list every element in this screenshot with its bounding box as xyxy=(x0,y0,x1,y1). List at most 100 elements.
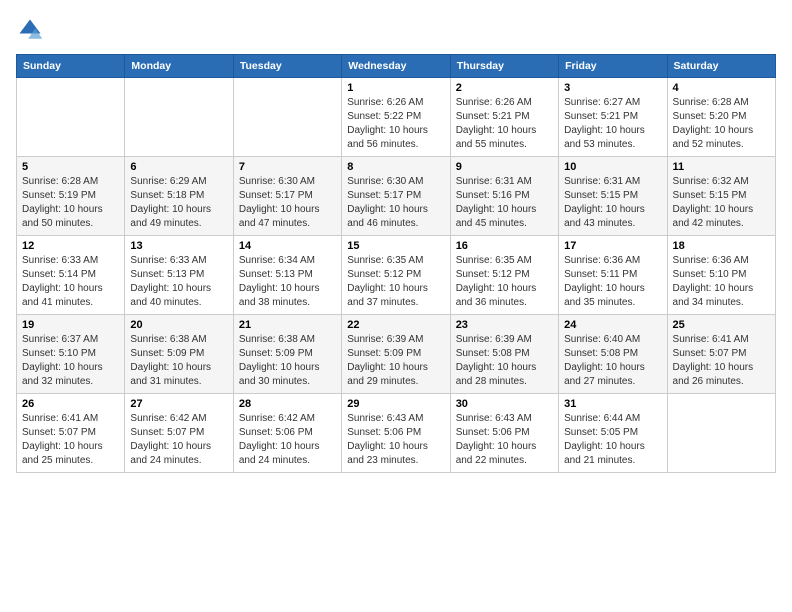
day-number: 22 xyxy=(347,319,444,331)
calendar-cell: 27 Sunrise: 6:42 AMSunset: 5:07 PMDayligh… xyxy=(125,394,233,473)
calendar-cell: 26 Sunrise: 6:41 AMSunset: 5:07 PMDayligh… xyxy=(17,394,125,473)
day-info: Sunrise: 6:27 AMSunset: 5:21 PMDaylight:… xyxy=(564,96,661,152)
day-info: Sunrise: 6:36 AMSunset: 5:10 PMDaylight:… xyxy=(673,254,770,310)
day-info: Sunrise: 6:35 AMSunset: 5:12 PMDaylight:… xyxy=(456,254,553,310)
calendar-cell: 4 Sunrise: 6:28 AMSunset: 5:20 PMDaylight… xyxy=(667,78,775,157)
calendar-cell: 23 Sunrise: 6:39 AMSunset: 5:08 PMDayligh… xyxy=(450,315,558,394)
calendar-cell: 15Sunrise: 6:35 AMSunset: 5:12 PMDayligh… xyxy=(342,236,450,315)
weekday-header-monday: Monday xyxy=(125,55,233,78)
day-number: 16 xyxy=(456,240,553,252)
weekday-header-thursday: Thursday xyxy=(450,55,558,78)
day-info: Sunrise: 6:42 AMSunset: 5:07 PMDaylight:… xyxy=(130,412,227,468)
calendar-week-row: 1Sunrise: 6:26 AMSunset: 5:22 PMDaylight… xyxy=(17,78,776,157)
day-info: Sunrise: 6:44 AMSunset: 5:05 PMDaylight:… xyxy=(564,412,661,468)
day-number: 19 xyxy=(22,319,119,331)
calendar-header-row: SundayMondayTuesdayWednesdayThursdayFrid… xyxy=(17,55,776,78)
calendar-cell: 30 Sunrise: 6:43 AMSunset: 5:06 PMDayligh… xyxy=(450,394,558,473)
day-info: Sunrise: 6:43 AMSunset: 5:06 PMDaylight:… xyxy=(347,412,444,468)
weekday-header-friday: Friday xyxy=(559,55,667,78)
calendar-cell: 16 Sunrise: 6:35 AMSunset: 5:12 PMDayligh… xyxy=(450,236,558,315)
day-number: 30 xyxy=(456,398,553,410)
day-number: 17 xyxy=(564,240,661,252)
day-number: 2 xyxy=(456,82,553,94)
day-info: Sunrise: 6:34 AMSunset: 5:13 PMDaylight:… xyxy=(239,254,336,310)
day-number: 13 xyxy=(130,240,227,252)
day-info: Sunrise: 6:43 AMSunset: 5:06 PMDaylight:… xyxy=(456,412,553,468)
day-number: 9 xyxy=(456,161,553,173)
day-info: Sunrise: 6:32 AMSunset: 5:15 PMDaylight:… xyxy=(673,175,770,231)
day-info: Sunrise: 6:26 AMSunset: 5:21 PMDaylight:… xyxy=(456,96,553,152)
weekday-header-tuesday: Tuesday xyxy=(233,55,341,78)
day-number: 26 xyxy=(22,398,119,410)
weekday-header-sunday: Sunday xyxy=(17,55,125,78)
calendar-cell: 24 Sunrise: 6:40 AMSunset: 5:08 PMDayligh… xyxy=(559,315,667,394)
calendar-cell: 1Sunrise: 6:26 AMSunset: 5:22 PMDaylight… xyxy=(342,78,450,157)
calendar-cell: 9 Sunrise: 6:31 AMSunset: 5:16 PMDaylight… xyxy=(450,157,558,236)
calendar-cell: 12 Sunrise: 6:33 AMSunset: 5:14 PMDayligh… xyxy=(17,236,125,315)
day-info: Sunrise: 6:33 AMSunset: 5:14 PMDaylight:… xyxy=(22,254,119,310)
day-info: Sunrise: 6:39 AMSunset: 5:08 PMDaylight:… xyxy=(456,333,553,389)
day-info: Sunrise: 6:31 AMSunset: 5:16 PMDaylight:… xyxy=(456,175,553,231)
day-number: 23 xyxy=(456,319,553,331)
calendar-cell: 20Sunrise: 6:38 AMSunset: 5:09 PMDayligh… xyxy=(125,315,233,394)
day-number: 21 xyxy=(239,319,336,331)
calendar-cell: 21 Sunrise: 6:38 AMSunset: 5:09 PMDayligh… xyxy=(233,315,341,394)
day-number: 25 xyxy=(673,319,770,331)
day-number: 31 xyxy=(564,398,661,410)
calendar-cell: 19Sunrise: 6:37 AMSunset: 5:10 PMDayligh… xyxy=(17,315,125,394)
calendar-cell: 17 Sunrise: 6:36 AMSunset: 5:11 PMDayligh… xyxy=(559,236,667,315)
day-info: Sunrise: 6:40 AMSunset: 5:08 PMDaylight:… xyxy=(564,333,661,389)
day-number: 11 xyxy=(673,161,770,173)
day-number: 15 xyxy=(347,240,444,252)
day-number: 1 xyxy=(347,82,444,94)
calendar-cell: 28Sunrise: 6:42 AMSunset: 5:06 PMDayligh… xyxy=(233,394,341,473)
day-info: Sunrise: 6:41 AMSunset: 5:07 PMDaylight:… xyxy=(673,333,770,389)
weekday-header-wednesday: Wednesday xyxy=(342,55,450,78)
day-info: Sunrise: 6:33 AMSunset: 5:13 PMDaylight:… xyxy=(130,254,227,310)
calendar-cell xyxy=(667,394,775,473)
calendar-cell: 2 Sunrise: 6:26 AMSunset: 5:21 PMDaylight… xyxy=(450,78,558,157)
day-info: Sunrise: 6:38 AMSunset: 5:09 PMDaylight:… xyxy=(130,333,227,389)
calendar-cell xyxy=(233,78,341,157)
day-info: Sunrise: 6:30 AMSunset: 5:17 PMDaylight:… xyxy=(239,175,336,231)
day-number: 27 xyxy=(130,398,227,410)
day-number: 3 xyxy=(564,82,661,94)
day-number: 8 xyxy=(347,161,444,173)
calendar-cell: 14 Sunrise: 6:34 AMSunset: 5:13 PMDayligh… xyxy=(233,236,341,315)
day-info: Sunrise: 6:28 AMSunset: 5:19 PMDaylight:… xyxy=(22,175,119,231)
day-number: 5 xyxy=(22,161,119,173)
calendar-cell: 18 Sunrise: 6:36 AMSunset: 5:10 PMDayligh… xyxy=(667,236,775,315)
day-number: 24 xyxy=(564,319,661,331)
calendar-week-row: 26 Sunrise: 6:41 AMSunset: 5:07 PMDayligh… xyxy=(17,394,776,473)
calendar-cell: 7 Sunrise: 6:30 AMSunset: 5:17 PMDaylight… xyxy=(233,157,341,236)
calendar-cell: 3 Sunrise: 6:27 AMSunset: 5:21 PMDaylight… xyxy=(559,78,667,157)
page-header xyxy=(16,16,776,44)
day-info: Sunrise: 6:41 AMSunset: 5:07 PMDaylight:… xyxy=(22,412,119,468)
calendar-week-row: 19Sunrise: 6:37 AMSunset: 5:10 PMDayligh… xyxy=(17,315,776,394)
calendar-cell: 5 Sunrise: 6:28 AMSunset: 5:19 PMDaylight… xyxy=(17,157,125,236)
calendar-cell: 8Sunrise: 6:30 AMSunset: 5:17 PMDaylight… xyxy=(342,157,450,236)
day-number: 12 xyxy=(22,240,119,252)
calendar-table: SundayMondayTuesdayWednesdayThursdayFrid… xyxy=(16,54,776,473)
day-number: 4 xyxy=(673,82,770,94)
logo xyxy=(16,16,48,44)
day-number: 10 xyxy=(564,161,661,173)
day-number: 6 xyxy=(130,161,227,173)
calendar-cell: 31 Sunrise: 6:44 AMSunset: 5:05 PMDayligh… xyxy=(559,394,667,473)
day-info: Sunrise: 6:38 AMSunset: 5:09 PMDaylight:… xyxy=(239,333,336,389)
calendar-week-row: 5 Sunrise: 6:28 AMSunset: 5:19 PMDaylight… xyxy=(17,157,776,236)
day-info: Sunrise: 6:42 AMSunset: 5:06 PMDaylight:… xyxy=(239,412,336,468)
day-number: 7 xyxy=(239,161,336,173)
calendar-cell: 6Sunrise: 6:29 AMSunset: 5:18 PMDaylight… xyxy=(125,157,233,236)
calendar-cell: 10Sunrise: 6:31 AMSunset: 5:15 PMDayligh… xyxy=(559,157,667,236)
day-info: Sunrise: 6:28 AMSunset: 5:20 PMDaylight:… xyxy=(673,96,770,152)
day-info: Sunrise: 6:36 AMSunset: 5:11 PMDaylight:… xyxy=(564,254,661,310)
calendar-week-row: 12 Sunrise: 6:33 AMSunset: 5:14 PMDayligh… xyxy=(17,236,776,315)
calendar-cell: 22Sunrise: 6:39 AMSunset: 5:09 PMDayligh… xyxy=(342,315,450,394)
day-number: 18 xyxy=(673,240,770,252)
logo-icon xyxy=(16,16,44,44)
calendar-cell: 25 Sunrise: 6:41 AMSunset: 5:07 PMDayligh… xyxy=(667,315,775,394)
day-number: 14 xyxy=(239,240,336,252)
day-number: 29 xyxy=(347,398,444,410)
calendar-cell xyxy=(125,78,233,157)
